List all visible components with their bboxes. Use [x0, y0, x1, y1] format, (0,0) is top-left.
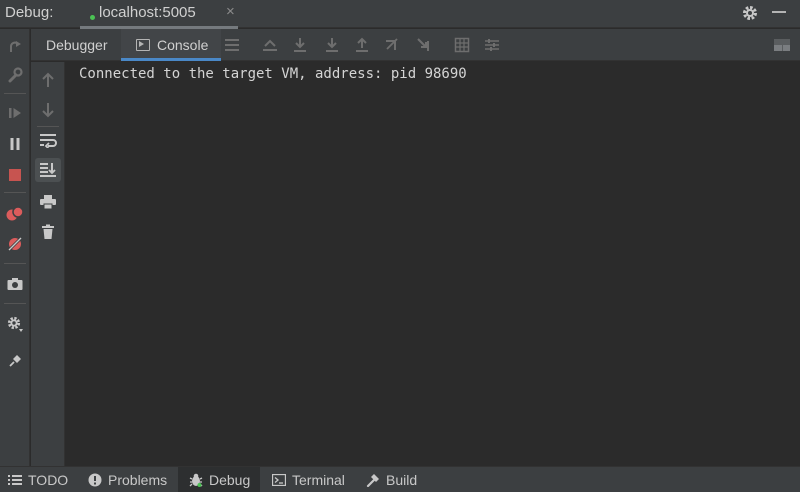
warning-icon [88, 473, 102, 487]
show-execution-point-icon[interactable] [259, 34, 281, 56]
pin-icon[interactable] [4, 350, 26, 372]
bug-icon [189, 473, 203, 487]
todo-tool-window-button[interactable]: TODO [8, 467, 68, 492]
build-tool-window-button[interactable]: Build [366, 467, 417, 492]
running-indicator-icon [90, 15, 95, 20]
console-output[interactable]: Connected to the target VM, address: pid… [66, 62, 800, 466]
console-line: Connected to the target VM, address: pid… [79, 66, 467, 82]
debug-tabs-bar: Debugger Console [31, 29, 800, 61]
mute-breakpoints-icon[interactable] [4, 233, 26, 255]
pause-icon[interactable] [4, 133, 26, 155]
layout-menu-icon[interactable] [221, 34, 243, 56]
todo-label: TODO [28, 472, 69, 488]
trash-icon[interactable] [35, 220, 61, 244]
separator [4, 192, 26, 193]
problems-label: Problems [108, 472, 168, 488]
separator [4, 93, 26, 94]
stop-icon[interactable] [4, 164, 26, 186]
gear-icon[interactable] [740, 3, 760, 23]
resume-icon[interactable] [4, 102, 26, 124]
minimize-icon[interactable] [772, 11, 786, 13]
tab-console[interactable]: Console [121, 29, 221, 61]
trace-stream-icon[interactable] [481, 34, 503, 56]
scroll-to-end-icon[interactable] [35, 158, 61, 182]
rerun-icon[interactable] [4, 36, 26, 58]
print-icon[interactable] [35, 190, 61, 214]
up-arrow-icon[interactable] [35, 68, 61, 92]
drop-frame-icon[interactable] [381, 34, 403, 56]
step-out-icon[interactable] [351, 34, 373, 56]
debug-title-label: Debug: [5, 4, 54, 21]
step-over-icon[interactable] [289, 34, 311, 56]
step-into-icon[interactable] [321, 34, 343, 56]
debug-title-bar: Debug: localhost:5005 × [0, 0, 800, 29]
separator [4, 303, 26, 304]
terminal-icon [272, 473, 286, 487]
terminal-label: Terminal [292, 472, 345, 488]
build-label: Build [386, 472, 418, 488]
evaluate-expression-icon[interactable] [451, 34, 473, 56]
run-to-cursor-icon[interactable] [413, 34, 435, 56]
separator [37, 126, 59, 127]
list-icon [8, 473, 22, 487]
debug-left-toolbar [0, 29, 30, 466]
debug-tool-window-button[interactable]: Debug [178, 467, 260, 492]
settings-wrench-icon[interactable] [4, 64, 26, 86]
console-icon [136, 39, 150, 51]
screenshot-icon[interactable] [4, 273, 26, 295]
tool-window-bar: TODO Problems Debug Terminal Build [0, 466, 800, 492]
problems-tool-window-button[interactable]: Problems [88, 467, 167, 492]
terminal-tool-window-button[interactable]: Terminal [272, 467, 345, 492]
soft-wrap-icon[interactable] [35, 128, 61, 152]
run-tab-localhost[interactable]: localhost:5005 × [80, 0, 238, 29]
tab-debugger-label: Debugger [46, 37, 108, 53]
active-tab-underline [121, 58, 221, 61]
separator [4, 263, 26, 264]
console-gutter-toolbar [31, 62, 65, 466]
debug-label: Debug [209, 472, 251, 488]
tab-debugger[interactable]: Debugger [46, 29, 108, 61]
tab-console-label: Console [157, 37, 209, 53]
hammer-icon [366, 473, 380, 487]
restore-layout-icon[interactable] [771, 34, 793, 56]
run-tab-label: localhost:5005 [99, 4, 196, 21]
view-breakpoints-icon[interactable] [4, 203, 26, 225]
down-arrow-icon[interactable] [35, 98, 61, 122]
settings-icon[interactable] [4, 313, 26, 335]
close-tab-icon[interactable]: × [226, 3, 235, 20]
